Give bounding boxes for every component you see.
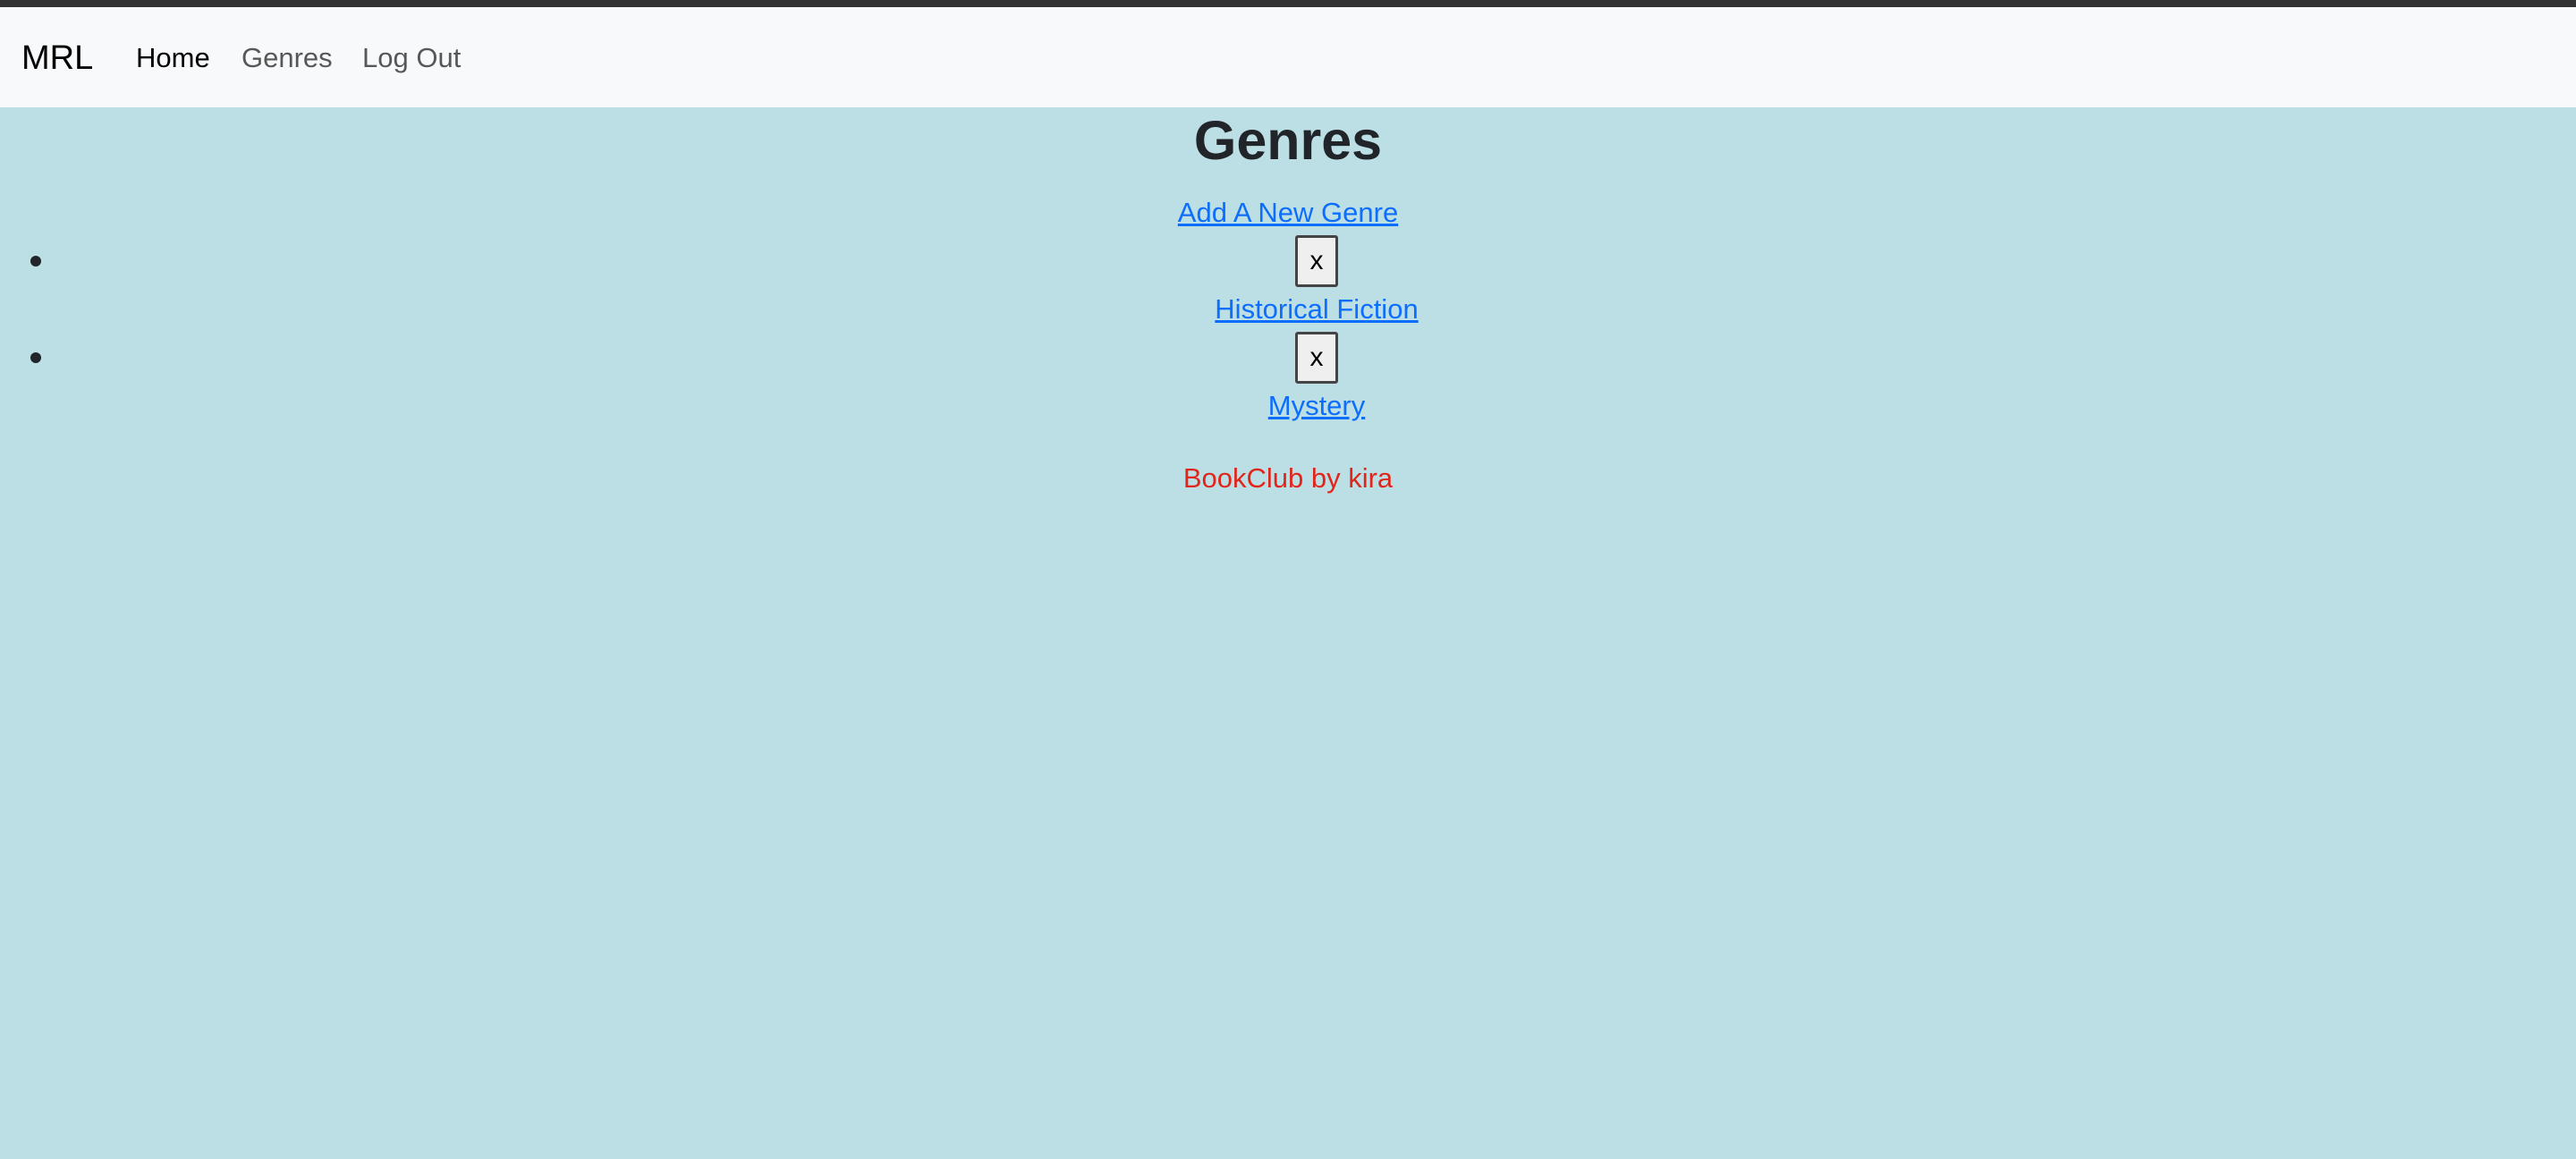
add-genre-container: Add A New Genre — [0, 196, 2576, 229]
genre-link-mystery[interactable]: Mystery — [1268, 390, 1366, 421]
brand-link[interactable]: MRL — [21, 41, 93, 75]
delete-genre-button[interactable]: x — [1295, 235, 1338, 287]
delete-genre-button[interactable]: x — [1295, 332, 1338, 384]
nav-link-home[interactable]: Home — [136, 44, 210, 72]
genre-link-historical-fiction[interactable]: Historical Fiction — [1215, 293, 1418, 325]
page-title: Genres — [1193, 110, 1383, 171]
navbar: MRL Home Genres Log Out — [0, 7, 2576, 107]
add-genre-link[interactable]: Add A New Genre — [1178, 197, 1398, 228]
nav-link-log-out[interactable]: Log Out — [362, 44, 461, 72]
window-top-border — [0, 0, 2576, 7]
genre-link-container: Historical Fiction — [0, 292, 2576, 326]
nav-link-genres[interactable]: Genres — [242, 44, 333, 72]
footer-text: BookClub by kira — [1182, 462, 1394, 494]
list-bullet — [30, 352, 41, 363]
list-bullet — [30, 256, 41, 266]
genre-link-container: Mystery — [0, 389, 2576, 422]
